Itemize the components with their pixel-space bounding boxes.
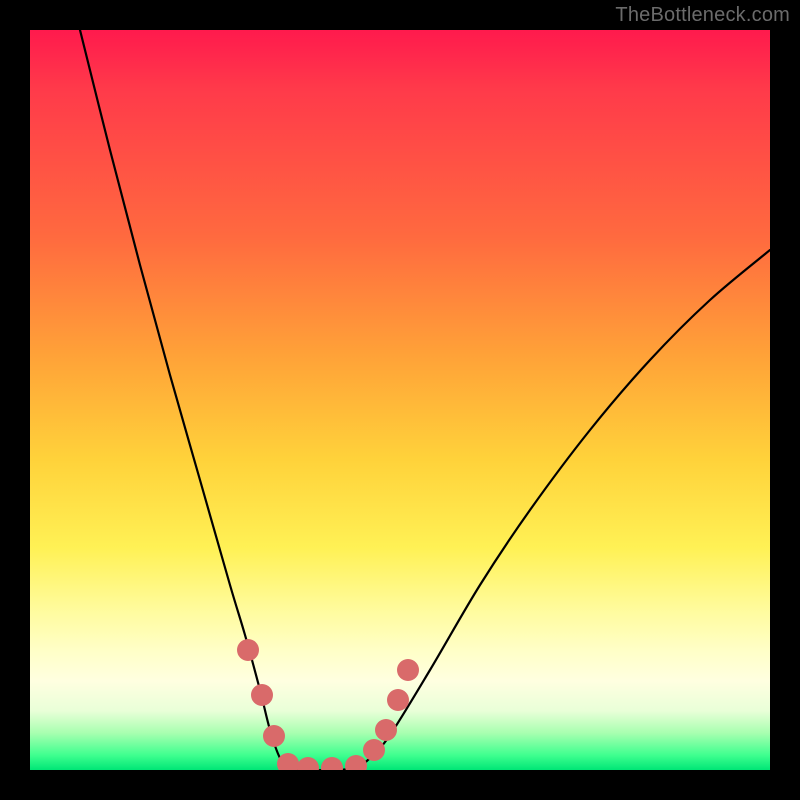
marker-dot [345,755,367,770]
marker-dot [297,757,319,770]
marker-dot [277,753,299,770]
marker-dot [363,739,385,761]
watermark-text: TheBottleneck.com [615,4,790,27]
marker-dot [237,639,259,661]
marker-dot [375,719,397,741]
marker-dot [263,725,285,747]
marker-dot [387,689,409,711]
marker-dot [251,684,273,706]
highlight-markers [237,639,419,770]
marker-dot [321,757,343,770]
marker-dot [397,659,419,681]
curve-layer [30,30,770,770]
chart-frame: TheBottleneck.com [0,0,800,800]
bottleneck-curve [80,30,770,770]
plot-area [30,30,770,770]
